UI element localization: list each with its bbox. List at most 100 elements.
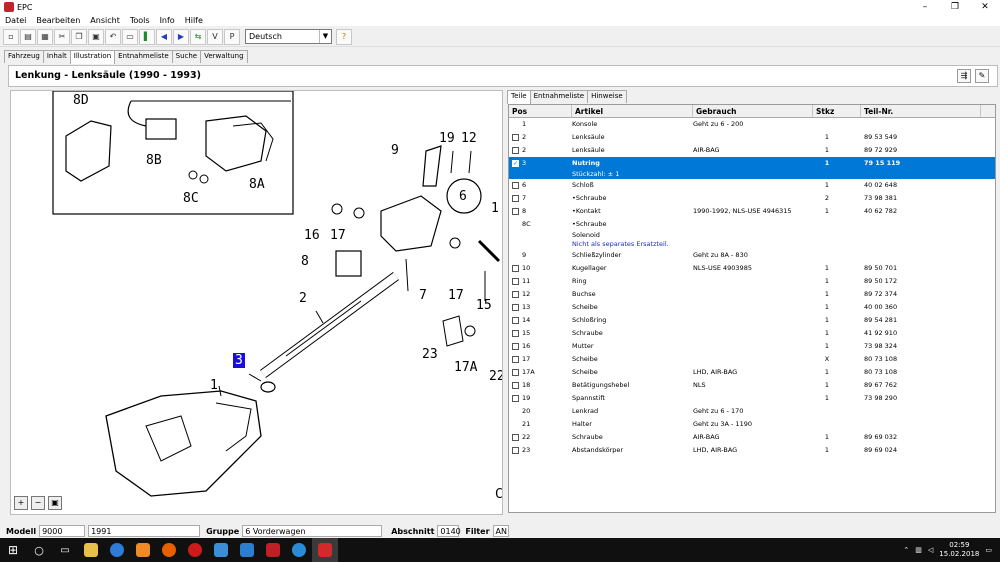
zoom-in-icon[interactable]: + [14, 496, 28, 510]
mail-icon[interactable] [130, 538, 156, 562]
print-icon[interactable]: ▦ [37, 28, 53, 45]
callout-12[interactable]: 12 [461, 131, 477, 146]
table-row[interactable]: 7 •Schraube 2 73 98 381 [509, 192, 995, 205]
table-row[interactable]: 12 Buchse 1 89 72 374 [509, 288, 995, 301]
explorer-icon[interactable] [78, 538, 104, 562]
open-icon[interactable]: ▤ [20, 28, 36, 45]
table-row[interactable]: 2 Lenksäule 1 89 53 549 [509, 131, 995, 144]
callout-c[interactable]: C [495, 487, 502, 502]
row-checkbox[interactable] [512, 134, 519, 141]
tab-inhalt[interactable]: Inhalt [42, 50, 71, 63]
callout-1[interactable]: 1 [210, 378, 218, 393]
col-gebrauch[interactable]: Gebrauch [693, 105, 813, 117]
callout-17[interactable]: 17 [330, 228, 346, 243]
col-teil-nr[interactable]: Teil-Nr. [861, 105, 981, 117]
tab-fahrzeug[interactable]: Fahrzeug [4, 50, 44, 63]
row-checkbox[interactable] [512, 356, 519, 363]
row-checkbox[interactable] [512, 147, 519, 154]
list-icon[interactable]: ▌ [139, 28, 155, 45]
firefox-icon[interactable] [156, 538, 182, 562]
cart-icon[interactable]: ⇆ [190, 28, 206, 45]
menu-bearbeiten[interactable]: Bearbeiten [31, 16, 85, 25]
table-row[interactable]: 23 Abstandskörper LHD, AIR-BAG 1 89 69 024 [509, 444, 995, 457]
row-checkbox[interactable] [512, 195, 519, 202]
back-arrow-icon[interactable]: ◀ [156, 28, 172, 45]
windows-start-icon[interactable]: ⊞ [0, 538, 26, 562]
callout-16[interactable]: 16 [304, 228, 320, 243]
menu-ansicht[interactable]: Ansicht [85, 16, 125, 25]
network-icon[interactable]: ▥ [915, 546, 922, 554]
forward-arrow-icon[interactable]: ▶ [173, 28, 189, 45]
cloud-icon[interactable] [286, 538, 312, 562]
menu-info[interactable]: Info [155, 16, 180, 25]
copy-icon[interactable]: ❐ [71, 28, 87, 45]
paint-icon[interactable] [234, 538, 260, 562]
table-row[interactable]: 17 Scheibe X 80 73 108 [509, 353, 995, 366]
add-to-list-icon[interactable]: ⇶ [957, 69, 971, 83]
table-row[interactable]: 9 Schließzylinder Geht zu 8A - 830 [509, 249, 995, 262]
callout-6[interactable]: 6 [459, 189, 467, 204]
col-artikel[interactable]: Artikel [572, 105, 693, 117]
tab-entnahmeliste[interactable]: Entnahmeliste [114, 50, 173, 63]
callout-23[interactable]: 23 [422, 347, 438, 362]
zoom-out-icon[interactable]: − [31, 496, 45, 510]
row-checkbox[interactable] [512, 343, 519, 350]
opera-icon[interactable] [182, 538, 208, 562]
callout-8a[interactable]: 8A [249, 177, 265, 192]
task-view-icon[interactable]: ▭ [52, 538, 78, 562]
row-checkbox[interactable]: ✓ [512, 160, 519, 167]
zoom-fit-icon[interactable]: ▣ [48, 496, 62, 510]
volume-icon[interactable]: ◁ [928, 546, 933, 554]
help-icon[interactable]: ? [336, 28, 352, 45]
photos-icon[interactable] [208, 538, 234, 562]
tab-hinweise[interactable]: Hinweise [587, 90, 627, 103]
table-row[interactable]: 2 Lenksäule AIR-BAG 1 89 72 929 [509, 144, 995, 157]
part-number-icon[interactable]: P [224, 28, 240, 45]
cut-icon[interactable]: ✂ [54, 28, 70, 45]
callout-9[interactable]: 9 [391, 143, 399, 158]
tab-entnahmeliste-right[interactable]: Entnahmeliste [529, 90, 589, 103]
callout-22[interactable]: 22 [489, 369, 502, 384]
language-select[interactable]: Deutsch ▼ [245, 29, 332, 44]
callout-7[interactable]: 7 [419, 288, 427, 303]
table-row[interactable]: 15 Schraube 1 41 92 910 [509, 327, 995, 340]
row-checkbox[interactable] [512, 330, 519, 337]
undo-icon[interactable]: ↶ [105, 28, 121, 45]
minimize-button[interactable]: – [910, 0, 940, 14]
row-checkbox[interactable] [512, 208, 519, 215]
row-checkbox[interactable] [512, 434, 519, 441]
row-checkbox[interactable] [512, 265, 519, 272]
table-row[interactable]: 21 Halter Geht zu 3A - 1190 [509, 418, 995, 431]
row-checkbox[interactable] [512, 447, 519, 454]
callout-15[interactable]: 15 [476, 298, 492, 313]
callout-19[interactable]: 19 [439, 131, 455, 146]
col-pos[interactable]: Pos [509, 105, 572, 117]
filezilla-icon[interactable] [260, 538, 286, 562]
search-icon[interactable]: ○ [26, 538, 52, 562]
table-row[interactable]: 8C •Schraube Solenoid Nicht als separates E… [509, 218, 995, 249]
notification-icon[interactable]: ▭ [985, 546, 992, 554]
callout-8b[interactable]: 8B [146, 153, 162, 168]
menu-hilfe[interactable]: Hilfe [180, 16, 208, 25]
menu-datei[interactable]: Datei [0, 16, 31, 25]
close-button[interactable]: ✕ [970, 0, 1000, 14]
ie-icon[interactable] [104, 538, 130, 562]
row-checkbox[interactable] [512, 382, 519, 389]
export-icon[interactable]: ▭ [122, 28, 138, 45]
tab-illustration[interactable]: Illustration [69, 50, 116, 64]
callout-3-selected[interactable]: 3 [233, 353, 245, 368]
table-row[interactable]: 20 Lenkrad Geht zu 6 - 170 [509, 405, 995, 418]
row-checkbox[interactable] [512, 278, 519, 285]
table-row[interactable]: 17A Scheibe LHD, AIR-BAG 1 80 73 108 [509, 366, 995, 379]
callout-8c[interactable]: 8C [183, 191, 199, 206]
new-icon[interactable]: ▫ [3, 28, 19, 45]
menu-tools[interactable]: Tools [125, 16, 155, 25]
row-checkbox[interactable] [512, 369, 519, 376]
callout-17-low[interactable]: 17 [448, 288, 464, 303]
clock[interactable]: 02:59 15.02.2018 [939, 541, 979, 559]
callout-1-top[interactable]: 1 [491, 201, 499, 216]
tab-verwaltung[interactable]: Verwaltung [200, 50, 248, 63]
maximize-button[interactable]: ❐ [940, 0, 970, 14]
table-row[interactable]: 18 Betätigungshebel NLS 1 89 67 762 [509, 379, 995, 392]
table-row[interactable]: 1 Konsole Geht zu 6 - 200 [509, 118, 995, 131]
